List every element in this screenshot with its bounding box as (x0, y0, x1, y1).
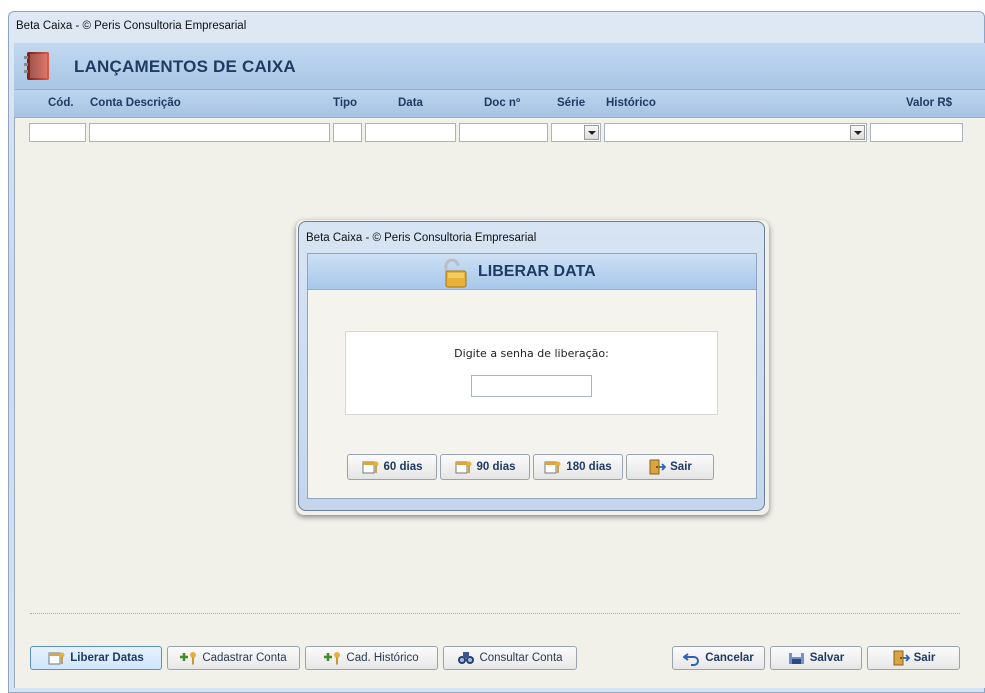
password-prompt: Digite a senha de liberação: (454, 347, 609, 360)
cad-historico-label: Cad. Histórico (346, 652, 419, 664)
window-title: Beta Caixa - © Peris Consultoria Empresa… (16, 20, 247, 32)
column-header-serie: Série (557, 97, 586, 109)
exit-door-icon (893, 650, 910, 666)
page-title: LANÇAMENTOS DE CAIXA (74, 57, 296, 76)
liberar-90-dias-button[interactable]: 90 dias (440, 454, 530, 480)
cod-input[interactable] (29, 123, 86, 142)
cancelar-button[interactable]: Cancelar (672, 646, 765, 670)
conta-descricao-input[interactable] (89, 123, 330, 142)
consultar-conta-label: Consultar Conta (479, 652, 563, 664)
column-header-tipo: Tipo (333, 97, 358, 109)
separator (30, 613, 960, 614)
serie-select[interactable] (551, 123, 601, 142)
column-header-cod: Cód. (48, 97, 74, 109)
save-disk-icon (788, 653, 804, 664)
data-input[interactable] (365, 123, 456, 142)
open-padlock-icon (444, 258, 467, 288)
ledger-book-icon (24, 52, 49, 80)
password-input[interactable] (471, 375, 592, 397)
exit-door-icon (649, 459, 667, 475)
column-header-doc: Doc nº (484, 97, 521, 109)
consultar-conta-button[interactable]: Consultar Conta (443, 646, 577, 670)
liberar-60-dias-label: 60 dias (383, 461, 423, 473)
chevron-down-icon[interactable] (584, 125, 599, 140)
cadastrar-conta-label: Cadastrar Conta (202, 652, 287, 664)
cad-historico-button[interactable]: Cad. Histórico (305, 646, 438, 670)
calendar-key-icon (455, 461, 471, 474)
undo-icon (683, 653, 700, 666)
liberar-datas-button[interactable]: Liberar Datas (30, 646, 162, 670)
calendar-key-icon (544, 461, 561, 474)
tipo-input[interactable] (333, 123, 362, 142)
chevron-down-icon[interactable] (850, 125, 865, 140)
password-panel (345, 331, 718, 415)
salvar-label: Salvar (809, 652, 845, 664)
column-header-data: Data (398, 97, 423, 109)
calendar-key-icon (48, 652, 65, 665)
dialog-header-title: LIBERAR DATA (478, 263, 596, 280)
column-header-historico: Histórico (606, 97, 656, 109)
valor-input[interactable] (870, 123, 963, 142)
cancelar-label: Cancelar (705, 652, 754, 664)
dialog-sair-button[interactable]: Sair (626, 454, 714, 480)
liberar-60-dias-button[interactable]: 60 dias (347, 454, 437, 480)
binoculars-icon (458, 652, 475, 664)
calendar-key-icon (362, 461, 378, 474)
liberar-180-dias-button[interactable]: 180 dias (533, 454, 623, 480)
liberar-datas-label: Liberar Datas (70, 652, 144, 664)
cadastrar-conta-button[interactable]: Cadastrar Conta (167, 646, 300, 670)
doc-input[interactable] (459, 123, 548, 142)
column-header-valor: Valor R$ (906, 97, 953, 109)
salvar-button[interactable]: Salvar (770, 646, 862, 670)
sair-button[interactable]: Sair (867, 646, 960, 670)
dialog-sair-label: Sair (670, 461, 692, 473)
column-header-conta: Conta Descrição (90, 97, 181, 109)
liberar-90-dias-label: 90 dias (476, 461, 516, 473)
historico-select[interactable] (604, 123, 867, 142)
dialog-window-title: Beta Caixa - © Peris Consultoria Empresa… (306, 232, 537, 244)
liberar-180-dias-label: 180 dias (566, 461, 612, 473)
sair-label: Sair (913, 652, 936, 664)
add-key-icon (180, 652, 197, 665)
add-key-icon (324, 652, 341, 665)
